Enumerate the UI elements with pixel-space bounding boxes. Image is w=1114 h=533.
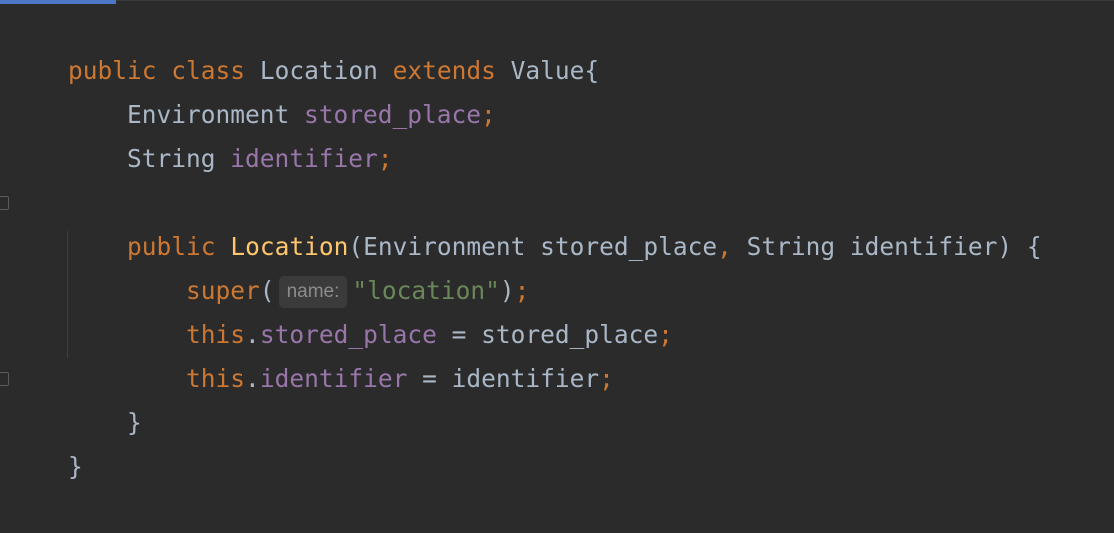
code-line-10[interactable]: } — [9, 401, 83, 481]
code-line-9[interactable]: } — [9, 357, 142, 437]
semicolon-token: ; — [377, 144, 393, 173]
code-line-5[interactable]: public Location(Environment stored_place… — [9, 181, 1042, 261]
brace-token: } — [68, 452, 83, 481]
field-token: identifier — [259, 364, 408, 393]
field-token: identifier — [230, 144, 378, 173]
code-line-7[interactable]: this.stored_place = stored_place; — [9, 269, 673, 349]
editor-top-border — [116, 0, 1114, 1]
code-editor[interactable]: public class Location extends Value{ Env… — [0, 5, 1114, 481]
comma-token: , — [717, 232, 732, 261]
semicolon-token: ; — [481, 100, 496, 129]
code-line-8[interactable]: this.identifier = identifier; — [9, 313, 614, 393]
code-line-6[interactable]: super(name: "location"); — [9, 225, 529, 308]
dot-token: . — [245, 364, 260, 393]
code-line-1[interactable]: public class Location extends Value{ — [9, 5, 599, 85]
superclass-token: Value{ — [495, 56, 600, 85]
fold-icon[interactable] — [0, 372, 9, 386]
code-line-3[interactable]: String identifier; — [9, 93, 393, 173]
type-token: String — [68, 144, 231, 173]
editor-tab-accent — [0, 0, 116, 4]
fold-icon[interactable] — [0, 196, 9, 210]
params-token: String identifier) { — [731, 232, 1042, 261]
semicolon-token: ; — [658, 320, 673, 349]
assign-token: = identifier — [407, 364, 600, 393]
code-line-2[interactable]: Environment stored_place; — [9, 49, 496, 129]
keyword-token: this — [186, 364, 246, 393]
semicolon-token: ; — [599, 364, 614, 393]
